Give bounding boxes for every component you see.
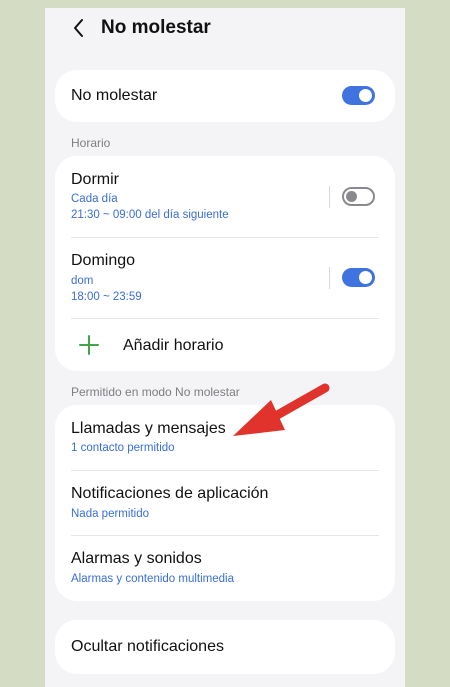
- row-vertical-divider: [329, 186, 330, 208]
- header: No molestar: [45, 8, 405, 52]
- add-schedule-label: Añadir horario: [123, 337, 224, 354]
- schedule-item-time: 18:00 ~ 23:59: [71, 291, 142, 303]
- hide-notifications-row[interactable]: Ocultar notificaciones: [55, 620, 395, 674]
- schedule-item-title: Dormir: [71, 171, 119, 188]
- master-row[interactable]: No molestar: [55, 70, 395, 122]
- schedule-item-toggle[interactable]: [342, 268, 375, 287]
- master-toggle[interactable]: [342, 86, 375, 105]
- allowed-item-title: Alarmas y sonidos: [71, 550, 202, 567]
- allowed-item-subtitle: Nada permitido: [71, 508, 149, 520]
- page-title: No molestar: [101, 17, 211, 38]
- schedule-item-toggle[interactable]: [342, 187, 375, 206]
- screen: No molestar No molestar Horario Dormir C…: [45, 8, 405, 687]
- allowed-item-subtitle: 1 contacto permitido: [71, 442, 175, 454]
- allowed-card: Llamadas y mensajes 1 contacto permitido…: [55, 405, 395, 601]
- schedule-item-domingo[interactable]: Domingo dom 18:00 ~ 23:59: [55, 238, 395, 318]
- allowed-item-title: Notificaciones de aplicación: [71, 485, 269, 502]
- schedule-item-title: Domingo: [71, 252, 136, 269]
- allowed-item-alarms[interactable]: Alarmas y sonidos Alarmas y contenido mu…: [55, 536, 395, 601]
- back-icon[interactable]: [67, 16, 91, 40]
- hide-notifications-label: Ocultar notificaciones: [71, 638, 224, 655]
- master-card: No molestar: [55, 70, 395, 122]
- allowed-item-app-notifications[interactable]: Notificaciones de aplicación Nada permit…: [55, 471, 395, 535]
- row-vertical-divider: [329, 267, 330, 289]
- schedule-item-dormir[interactable]: Dormir Cada día 21:30 ~ 09:00 del día si…: [55, 156, 395, 236]
- allowed-section-label: Permitido en modo No molestar: [71, 385, 240, 399]
- allowed-item-title: Llamadas y mensajes: [71, 420, 226, 437]
- allowed-item-calls[interactable]: Llamadas y mensajes 1 contacto permitido: [55, 405, 395, 470]
- schedule-card: Dormir Cada día 21:30 ~ 09:00 del día si…: [55, 156, 395, 371]
- schedule-section-label: Horario: [71, 136, 111, 150]
- schedule-item-days: dom: [71, 275, 94, 287]
- schedule-item-time: 21:30 ~ 09:00 del día siguiente: [71, 209, 229, 221]
- add-schedule-button[interactable]: Añadir horario: [55, 319, 395, 371]
- hide-notifications-card: Ocultar notificaciones: [55, 620, 395, 674]
- schedule-item-days: Cada día: [71, 193, 118, 205]
- allowed-item-subtitle: Alarmas y contenido multimedia: [71, 573, 234, 585]
- master-label: No molestar: [71, 87, 158, 104]
- plus-icon: [79, 335, 99, 355]
